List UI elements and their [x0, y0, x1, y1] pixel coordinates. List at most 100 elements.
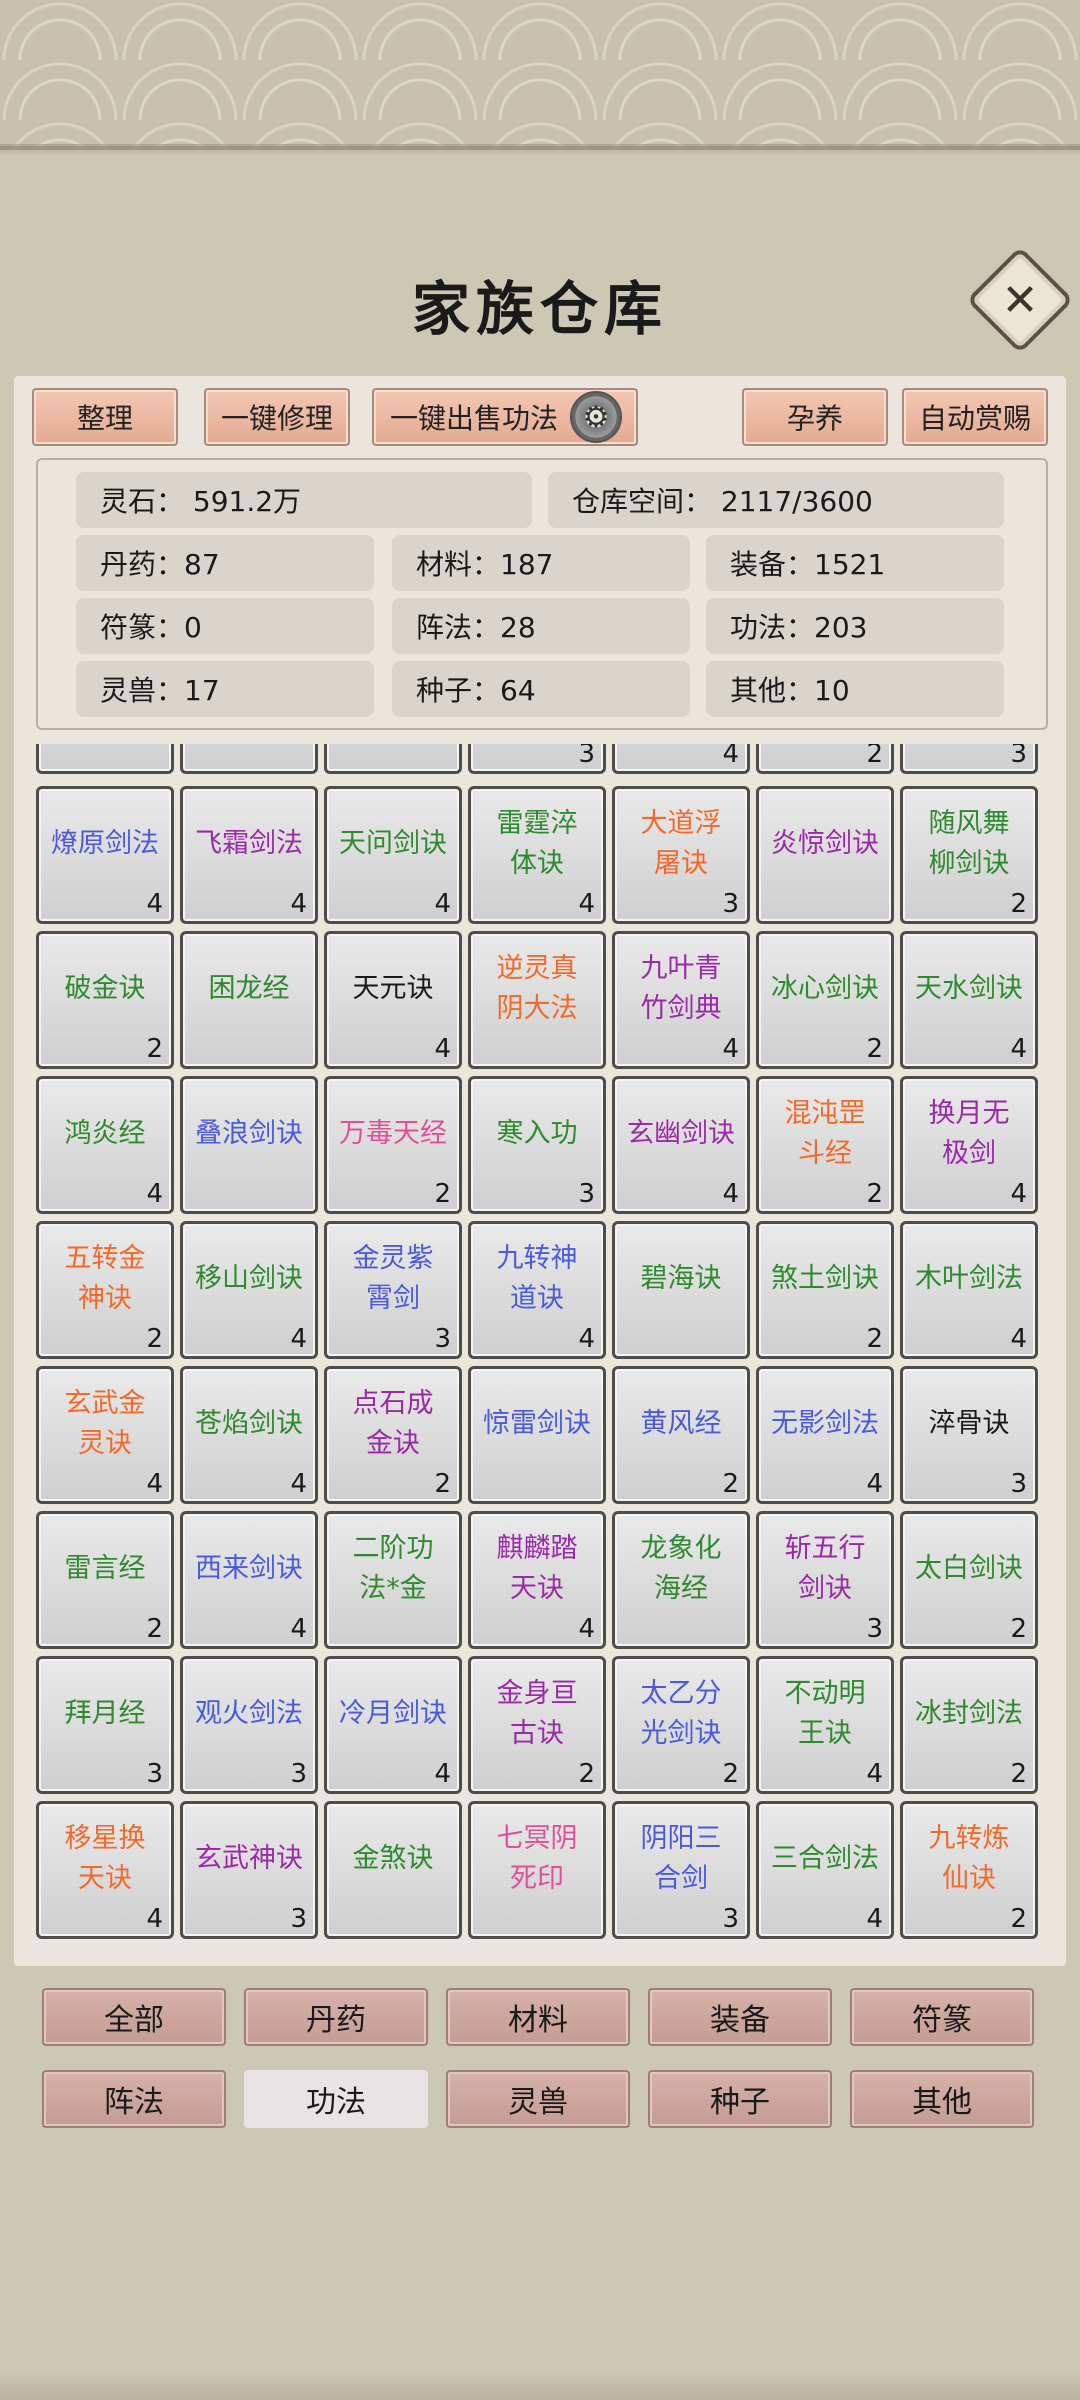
tab-5[interactable]: 阵法 [42, 2070, 226, 2128]
item-slot[interactable]: 观火剑法 3 [180, 1656, 318, 1794]
item-name: 观火剑法 [195, 1698, 303, 1729]
item-slot[interactable]: 万毒天经 2 [324, 1076, 462, 1214]
auto-reward-button[interactable]: 自动赏赐 [902, 388, 1048, 446]
item-slot[interactable]: 炎惊剑诀 [756, 786, 894, 924]
item-name: 大道浮屠诀 [640, 808, 722, 879]
tab-4[interactable]: 符篆 [850, 1988, 1034, 2046]
item-slot[interactable]: 玄幽剑诀 4 [612, 1076, 750, 1214]
tab-2[interactable]: 材料 [446, 1988, 630, 2046]
item-slot[interactable]: 天水剑诀 4 [900, 931, 1038, 1069]
item-slot[interactable]: 雷霆淬体诀 4 [468, 786, 606, 924]
item-slot[interactable]: 黄风经 2 [612, 1366, 750, 1504]
item-slot[interactable]: 玄武神诀 3 [180, 1801, 318, 1939]
item-slot[interactable]: 九叶青竹剑典 4 [612, 931, 750, 1069]
item-count: 3 [578, 1179, 595, 1209]
item-slot[interactable]: 金煞诀 [324, 1801, 462, 1939]
item-slot[interactable]: 天问剑诀 4 [324, 786, 462, 924]
breed-button[interactable]: 孕养 [742, 388, 888, 446]
item-slot[interactable]: 惊雷剑诀 [468, 1366, 606, 1504]
item-slot[interactable]: 苍焰剑诀 4 [180, 1366, 318, 1504]
item-name: 困龙经 [208, 973, 290, 1004]
tab-1[interactable]: 丹药 [244, 1988, 428, 2046]
item-slot[interactable]: 金灵紫霄剑 3 [324, 1221, 462, 1359]
item-slot[interactable]: 随风舞柳剑诀 2 [900, 786, 1038, 924]
item-slot[interactable]: 龙象化海经 [612, 1511, 750, 1649]
item-slot[interactable]: 拜月经 3 [36, 1656, 174, 1794]
item-slot[interactable]: 换月无极剑 4 [900, 1076, 1038, 1214]
item-name: 金煞诀 [352, 1843, 434, 1874]
item-slot[interactable]: 不动明王诀 4 [756, 1656, 894, 1794]
item-slot[interactable]: 飞霜剑法 4 [180, 786, 318, 924]
item-slot[interactable]: 鸿炎经 4 [36, 1076, 174, 1214]
item-slot[interactable]: 3 [468, 744, 606, 774]
item-slot[interactable]: 碧海诀 [612, 1221, 750, 1359]
item-slot[interactable]: 无影剑法 4 [756, 1366, 894, 1504]
item-slot[interactable]: 金身亘古诀 2 [468, 1656, 606, 1794]
item-slot[interactable]: 移山剑诀 4 [180, 1221, 318, 1359]
item-slot[interactable]: 2 [756, 744, 894, 774]
item-slot[interactable]: 天元诀 4 [324, 931, 462, 1069]
item-slot[interactable]: 移星换天诀 4 [36, 1801, 174, 1939]
item-name: 黄风经 [640, 1408, 722, 1439]
item-slot[interactable]: 阴阳三合剑 3 [612, 1801, 750, 1939]
item-count: 4 [434, 889, 451, 919]
item-count: 4 [146, 1469, 163, 1499]
item-name: 玄武金灵诀 [64, 1388, 146, 1459]
item-count: 2 [866, 1034, 883, 1064]
item-name: 无影剑法 [771, 1408, 879, 1439]
item-slot[interactable]: 4 [612, 744, 750, 774]
item-slot[interactable]: 冰封剑法 2 [900, 1656, 1038, 1794]
item-slot[interactable]: 叠浪剑诀 [180, 1076, 318, 1214]
tab-6[interactable]: 功法 [244, 2070, 428, 2128]
item-slot[interactable]: 二阶功法*金 [324, 1511, 462, 1649]
item-slot[interactable]: 寒入功 3 [468, 1076, 606, 1214]
tab-8[interactable]: 种子 [648, 2070, 832, 2128]
gear-icon[interactable]: ⚙ [570, 391, 623, 443]
item-count: 4 [722, 744, 739, 769]
item-slot[interactable]: 逆灵真阴大法 [468, 931, 606, 1069]
item-slot[interactable]: 点石成金诀 2 [324, 1366, 462, 1504]
item-slot[interactable]: 冰心剑诀 2 [756, 931, 894, 1069]
item-slot[interactable]: 淬骨诀 3 [900, 1366, 1038, 1504]
item-slot[interactable]: 冷月剑诀 4 [324, 1656, 462, 1794]
item-slot[interactable] [36, 744, 174, 774]
item-slot[interactable]: 玄武金灵诀 4 [36, 1366, 174, 1504]
item-name: 玄幽剑诀 [627, 1118, 735, 1149]
item-slot[interactable]: 七冥阴死印 [468, 1801, 606, 1939]
item-slot[interactable]: 太白剑诀 2 [900, 1511, 1038, 1649]
item-slot[interactable]: 煞土剑诀 2 [756, 1221, 894, 1359]
item-name: 拜月经 [64, 1698, 146, 1729]
item-slot[interactable]: 混沌罡斗经 2 [756, 1076, 894, 1214]
item-slot[interactable]: 大道浮屠诀 3 [612, 786, 750, 924]
item-count: 4 [866, 1759, 883, 1789]
item-grid[interactable]: 3 4 2 3 燎原剑法 4 飞霜剑法 4 天问剑诀 4 雷霆淬体诀 4 大道浮屠诀 3 炎惊剑诀 随风舞柳剑… [36, 744, 1044, 1944]
stat-spirit-stone: 灵石： 591.2万 [76, 472, 532, 528]
item-slot[interactable]: 太乙分光剑诀 2 [612, 1656, 750, 1794]
item-slot[interactable] [180, 744, 318, 774]
item-count: 4 [290, 1614, 307, 1644]
sort-button[interactable]: 整理 [32, 388, 178, 446]
item-slot[interactable]: 五转金神诀 2 [36, 1221, 174, 1359]
item-slot[interactable]: 3 [900, 744, 1038, 774]
item-slot[interactable] [324, 744, 462, 774]
tab-9[interactable]: 其他 [850, 2070, 1034, 2128]
repair-all-button[interactable]: 一键修理 [204, 388, 350, 446]
item-slot[interactable]: 燎原剑法 4 [36, 786, 174, 924]
item-slot[interactable]: 九转神道诀 4 [468, 1221, 606, 1359]
tab-3[interactable]: 装备 [648, 1988, 832, 2046]
item-slot[interactable]: 雷言经 2 [36, 1511, 174, 1649]
item-name: 西来剑诀 [195, 1553, 303, 1584]
stat-materials: 材料：187 [392, 535, 690, 591]
item-slot[interactable]: 斩五行剑诀 3 [756, 1511, 894, 1649]
tab-7[interactable]: 灵兽 [446, 2070, 630, 2128]
item-slot[interactable]: 破金诀 2 [36, 931, 174, 1069]
tab-0[interactable]: 全部 [42, 1988, 226, 2046]
item-slot[interactable]: 麒麟踏天诀 4 [468, 1511, 606, 1649]
item-slot[interactable]: 困龙经 [180, 931, 318, 1069]
item-slot[interactable]: 木叶剑法 4 [900, 1221, 1038, 1359]
item-slot[interactable]: 三合剑法 4 [756, 1801, 894, 1939]
item-slot[interactable]: 西来剑诀 4 [180, 1511, 318, 1649]
item-slot[interactable]: 九转炼仙诀 2 [900, 1801, 1038, 1939]
sell-techniques-button[interactable]: 一键出售功法 ⚙ [372, 388, 638, 446]
item-name: 苍焰剑诀 [195, 1408, 303, 1439]
